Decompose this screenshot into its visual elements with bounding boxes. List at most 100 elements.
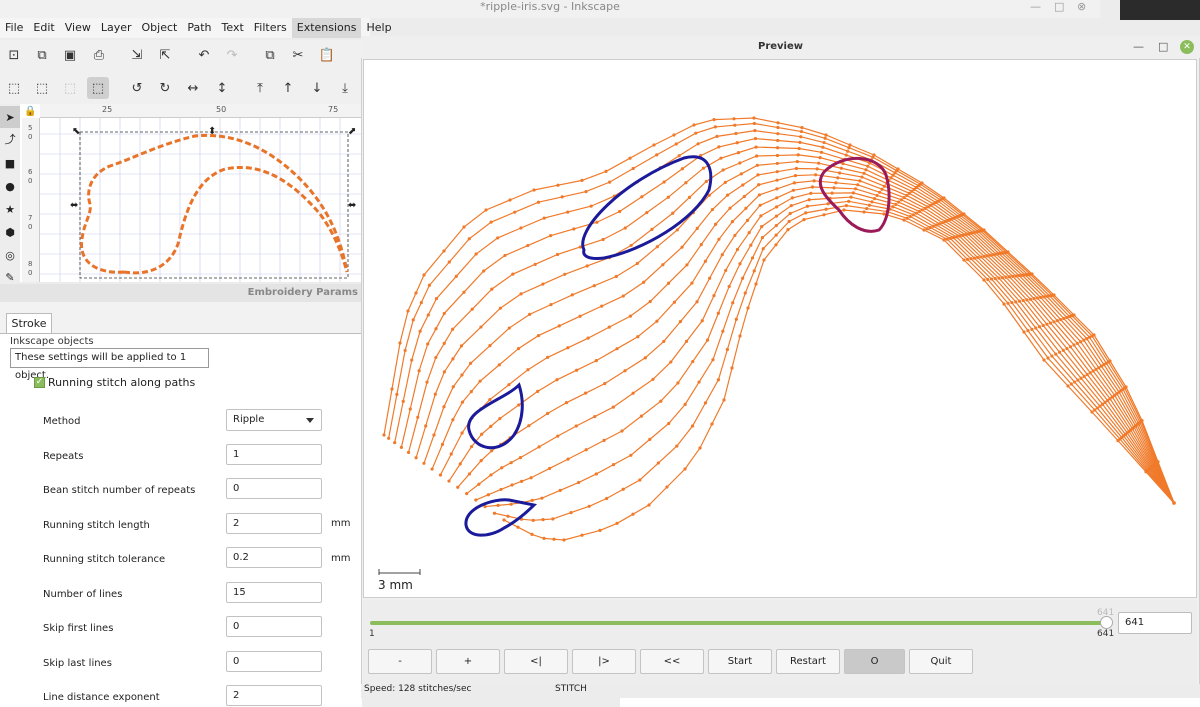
- stitch-slider[interactable]: [370, 621, 1108, 625]
- pause-toggle-button[interactable]: O: [844, 649, 905, 674]
- stitch-point: [847, 199, 851, 203]
- skip-last-input[interactable]: 0: [226, 651, 322, 672]
- menu-text[interactable]: Text: [217, 18, 249, 38]
- menu-path[interactable]: Path: [182, 18, 216, 38]
- rotate-cw-icon[interactable]: ↻: [154, 77, 176, 99]
- start-button[interactable]: Start: [708, 649, 772, 674]
- menu-object[interactable]: Object: [137, 18, 183, 38]
- redo-icon[interactable]: ↷: [221, 44, 243, 66]
- stitch-point: [969, 257, 973, 261]
- stitch-point: [451, 385, 455, 389]
- menu-view[interactable]: View: [60, 18, 96, 38]
- repeats-input[interactable]: 1: [226, 444, 322, 465]
- new-document-icon[interactable]: ⊡: [3, 44, 25, 66]
- stitch-point: [399, 445, 403, 449]
- ellipse-tool-icon[interactable]: ●: [0, 175, 20, 197]
- raise-icon[interactable]: ↑: [277, 77, 299, 99]
- ruler-tick-label: 0: [28, 223, 33, 231]
- reverse-button[interactable]: <<: [640, 649, 704, 674]
- menu-filters[interactable]: Filters: [249, 18, 292, 38]
- 3d-box-tool-icon[interactable]: ⬢: [0, 221, 20, 243]
- raise-to-top-icon[interactable]: ⤒: [249, 77, 271, 99]
- copy-icon[interactable]: ⧉: [259, 44, 281, 66]
- save-icon[interactable]: ▣: [59, 44, 81, 66]
- stitch-point: [509, 461, 513, 465]
- preview-maximize-icon[interactable]: □: [1158, 36, 1168, 58]
- stitch-point: [875, 193, 879, 198]
- tab-stroke[interactable]: Stroke: [6, 313, 52, 333]
- maximize-icon[interactable]: □: [1054, 0, 1064, 14]
- flip-vertical-icon[interactable]: ↕: [211, 77, 233, 99]
- menu-layer[interactable]: Layer: [96, 18, 137, 38]
- open-icon[interactable]: ⧉: [31, 44, 53, 66]
- lower-icon[interactable]: ↓: [306, 77, 328, 99]
- drawing-canvas[interactable]: ⬉ ⬍ ⬈ ⬌ ⬌: [20, 104, 362, 282]
- slider-handle[interactable]: [1100, 616, 1113, 629]
- stitch-point: [418, 329, 422, 333]
- menu-extensions[interactable]: Extensions: [291, 18, 362, 38]
- select-all-icon[interactable]: ⬚: [3, 77, 25, 99]
- stitch-point: [607, 325, 611, 329]
- stitch-point: [460, 431, 464, 435]
- print-icon[interactable]: ⎙: [88, 44, 110, 66]
- minimize-icon[interactable]: —: [1030, 0, 1041, 14]
- stitch-point: [1047, 294, 1052, 298]
- stitch-tolerance-input[interactable]: 0.2: [226, 547, 322, 568]
- skip-first-input[interactable]: 0: [226, 616, 322, 637]
- undo-icon[interactable]: ↶: [193, 44, 215, 66]
- stitch-point: [594, 472, 598, 476]
- checkbox-checked-icon[interactable]: ✓: [34, 377, 45, 388]
- cut-icon[interactable]: ✂: [287, 44, 309, 66]
- faster-button[interactable]: +: [436, 649, 500, 674]
- stitch-point: [1085, 337, 1089, 341]
- stitch-point: [442, 405, 446, 409]
- import-icon[interactable]: ⇲: [126, 44, 148, 66]
- restart-button[interactable]: Restart: [776, 649, 840, 674]
- stitch-preview-canvas[interactable]: [363, 59, 1197, 598]
- stitch-point: [516, 525, 520, 529]
- preview-minimize-icon[interactable]: —: [1133, 36, 1144, 58]
- menu-file[interactable]: File: [0, 18, 28, 38]
- menu-edit[interactable]: Edit: [28, 18, 59, 38]
- node-tool-icon[interactable]: ⤴: [0, 128, 20, 150]
- running-stitch-checkbox-row[interactable]: ✓ Running stitch along paths: [34, 376, 195, 389]
- lower-to-bottom-icon[interactable]: ⤓: [334, 77, 356, 99]
- number-of-lines-input[interactable]: 15: [226, 582, 322, 603]
- bean-repeats-input[interactable]: 0: [226, 478, 322, 499]
- step-back-button[interactable]: <|: [504, 649, 568, 674]
- menu-help[interactable]: Help: [361, 18, 396, 38]
- stitch-number-input[interactable]: 641: [1118, 612, 1192, 634]
- step-forward-button[interactable]: |>: [572, 649, 636, 674]
- stitch-point: [910, 189, 914, 193]
- stitch-point: [628, 156, 632, 160]
- method-select[interactable]: Ripple: [226, 409, 322, 431]
- slower-button[interactable]: -: [368, 649, 432, 674]
- deselect-icon[interactable]: ⬚: [59, 77, 81, 99]
- export-icon[interactable]: ⇱: [154, 44, 176, 66]
- quit-button[interactable]: Quit: [909, 649, 973, 674]
- stitch-length-input[interactable]: 2: [226, 513, 322, 534]
- desktop-strip: [620, 698, 1200, 707]
- stitch-point: [775, 205, 779, 209]
- stitch-point: [911, 213, 915, 217]
- stitch-point: [529, 476, 533, 480]
- close-icon[interactable]: ⊗: [1077, 0, 1086, 14]
- stitch-point: [460, 373, 464, 377]
- stitch-point: [775, 170, 779, 174]
- preview-close-icon[interactable]: ✕: [1180, 40, 1194, 54]
- stitch-point: [546, 355, 550, 359]
- stitch-point: [631, 166, 635, 171]
- stitch-point: [846, 149, 850, 153]
- paste-icon[interactable]: 📋: [316, 44, 338, 66]
- line-distance-exponent-input[interactable]: 2: [226, 685, 322, 706]
- rotate-ccw-icon[interactable]: ↺: [126, 77, 148, 99]
- touch-select-icon[interactable]: ⬚: [87, 77, 109, 99]
- star-tool-icon[interactable]: ★: [0, 198, 20, 220]
- selector-tool-icon[interactable]: ➤: [0, 106, 20, 128]
- rectangle-tool-icon[interactable]: ■: [0, 152, 20, 174]
- vertical-ruler: 5 0 6 0 7 0 8 0: [22, 118, 40, 282]
- spiral-tool-icon[interactable]: ◎: [0, 244, 20, 266]
- flip-horizontal-icon[interactable]: ↔: [182, 77, 204, 99]
- lock-guides-icon[interactable]: 🔒: [24, 106, 36, 117]
- select-all-layers-icon[interactable]: ⬚: [31, 77, 53, 99]
